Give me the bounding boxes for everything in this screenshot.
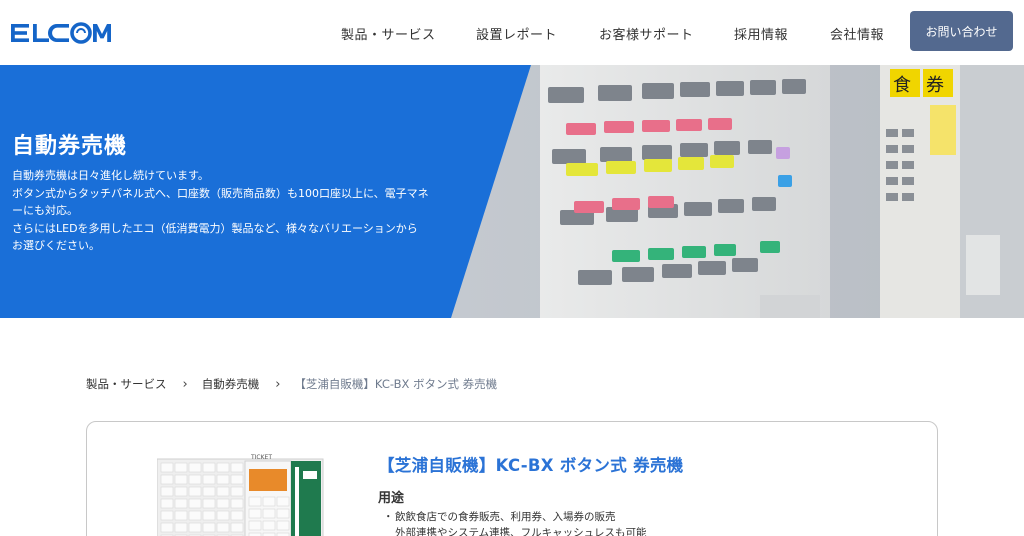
main-nav: 製品・サービス 設置レポート お客様サポート 採用情報 会社情報 [0, 0, 1024, 65]
nav-customer-support[interactable]: お客様サポート [599, 24, 694, 43]
chevron-right-icon: › [182, 376, 188, 392]
hero-banner: 食 券 自動券売機 自動券売機は日々進化し続けています。 ボタン式からタッチパネ… [0, 65, 1024, 318]
usage-item-continuation: 外部連携やシステム連携、フルキャッシュレスも可能 [395, 526, 647, 536]
hero-desc-line: 自動券売機は日々進化し続けています。 [12, 169, 209, 182]
hero-desc-line: ボタン式からタッチパネル式へ、口座数（販売商品数）も100口座以上に、電子マネ [12, 186, 429, 200]
nav-recruitment[interactable]: 採用情報 [734, 24, 788, 43]
nav-products[interactable]: 製品・サービス [341, 24, 436, 43]
nav-installation-reports[interactable]: 設置レポート [476, 24, 557, 43]
usage-heading: 用途 [378, 491, 405, 506]
nav-company-info[interactable]: 会社情報 [830, 24, 884, 43]
kc-bx-machine-image: TICKET [157, 454, 324, 536]
hero-desc-line: お選びください。 [12, 239, 100, 252]
site-header: 製品・サービス 設置レポート お客様サポート 採用情報 会社情報 お問い合わせ [0, 0, 1024, 65]
hero-desc-line: ーにも対応。 [12, 204, 78, 217]
breadcrumb-products[interactable]: 製品・サービス [86, 376, 167, 392]
breadcrumb: 製品・サービス › 自動券売機 › 【芝浦自販機】KC-BX ボタン式 券売機 [86, 376, 497, 392]
product-card[interactable]: TICKET 【芝浦自販機】KC-BX ボタン式 券売機 用途 ・飲飲食店での食… [86, 421, 938, 536]
hero-desc-line: さらにはLEDを多用したエコ（低消費電力）製品など、様々なバリエーションから [12, 221, 418, 235]
hero-title: 自動券売機 [12, 134, 128, 159]
hero-description: 自動券売機は日々進化し続けています。 ボタン式からタッチパネル式へ、口座数（販売… [12, 167, 452, 255]
usage-item: ・飲飲食店での食券販売、利用券、入場券の販売 [383, 510, 646, 526]
breadcrumb-ticket-machines[interactable]: 自動券売機 [202, 376, 260, 392]
svg-text:TICKET: TICKET [250, 454, 272, 461]
usage-list: ・飲飲食店での食券販売、利用券、入場券の販売 外部連携やシステム連携、フルキャッ… [383, 510, 646, 536]
bullet-icon: ・ [383, 511, 394, 523]
breadcrumb-current: 【芝浦自販機】KC-BX ボタン式 券売機 [294, 377, 498, 391]
product-title[interactable]: 【芝浦自販機】KC-BX ボタン式 券売機 [378, 452, 683, 476]
chevron-right-icon: › [275, 376, 281, 392]
usage-item-text: 飲飲食店での食券販売、利用券、入場券の販売 [395, 511, 616, 523]
contact-button[interactable]: お問い合わせ [910, 11, 1013, 51]
